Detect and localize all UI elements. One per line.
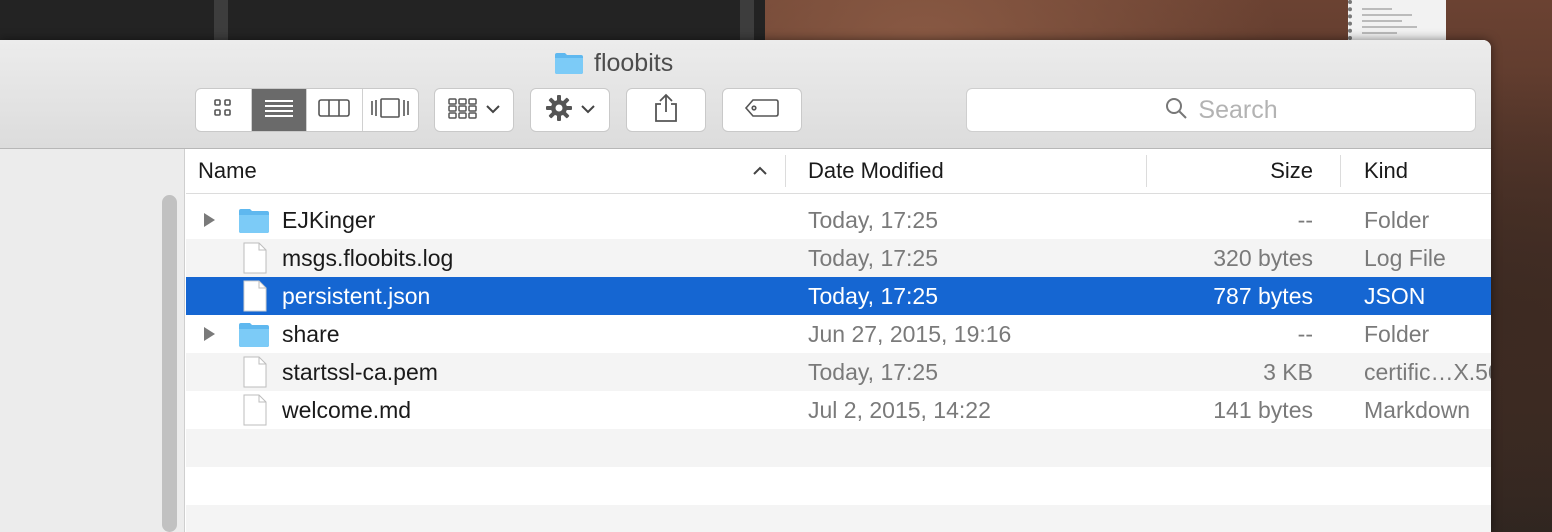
coverflow-icon: [370, 97, 410, 124]
disclosure-triangle-icon[interactable]: [202, 201, 216, 239]
empty-row: [186, 467, 1491, 505]
tag-icon: [744, 98, 780, 123]
column-header-name[interactable]: Name: [198, 149, 257, 193]
file-size: --: [1297, 206, 1313, 233]
finder-window: floobits Search Name Date Modified Size …: [0, 40, 1491, 532]
sidebar-scrollbar[interactable]: [162, 195, 177, 532]
file-size: --: [1297, 320, 1313, 347]
sort-ascending-icon: [752, 149, 768, 193]
share-button[interactable]: [626, 88, 706, 132]
file-date: Today, 17:25: [808, 282, 939, 309]
file-kind: Markdown: [1364, 396, 1471, 423]
column-header-size[interactable]: Size: [1270, 149, 1313, 193]
file-date: Jun 27, 2015, 19:16: [808, 320, 1012, 347]
list-row-msgs-floobits-log[interactable]: msgs.floobits.log Today, 17:25 320 bytes…: [186, 239, 1491, 277]
folder-icon: [554, 51, 584, 75]
file-date: Today, 17:25: [808, 206, 939, 233]
file-name: startssl-ca.pem: [282, 358, 438, 385]
empty-row: [186, 429, 1491, 467]
coverflow-view-button[interactable]: [363, 89, 419, 131]
file-size: 141 bytes: [1213, 396, 1313, 423]
file-size: 320 bytes: [1213, 244, 1313, 271]
list-icon: [264, 98, 294, 123]
arrange-grid-icon: [448, 97, 478, 124]
file-size: 3 KB: [1263, 358, 1313, 385]
file-kind: JSON: [1364, 282, 1426, 309]
sidebar: [0, 149, 185, 532]
list-row-share[interactable]: share Jun 27, 2015, 19:16 -- Folder: [186, 315, 1491, 353]
file-list: Name Date Modified Size Kind EJKinger To…: [186, 149, 1491, 532]
arrange-button[interactable]: [434, 88, 514, 132]
folder-icon: [238, 204, 270, 236]
file-kind: Log File: [1364, 244, 1446, 271]
file-name: share: [282, 320, 340, 347]
window-title: floobits: [554, 48, 673, 78]
column-header-kind[interactable]: Kind: [1364, 149, 1408, 193]
icon-view-button[interactable]: [196, 89, 252, 131]
action-button[interactable]: [530, 88, 610, 132]
document-icon: [238, 242, 270, 274]
column-header-date-label: Date Modified: [808, 158, 944, 183]
column-divider[interactable]: [785, 155, 786, 187]
file-name: msgs.floobits.log: [282, 244, 454, 271]
file-name: persistent.json: [282, 282, 431, 309]
empty-row: [186, 505, 1491, 532]
column-divider[interactable]: [1146, 155, 1147, 187]
file-size: 787 bytes: [1213, 282, 1313, 309]
document-icon: [238, 394, 270, 426]
chevron-down-icon: [486, 101, 500, 119]
toolbar: floobits Search: [0, 40, 1491, 149]
file-name: welcome.md: [282, 396, 412, 423]
column-header-size-label: Size: [1270, 158, 1313, 183]
file-kind: certific…X.509: [1364, 358, 1491, 385]
list-row-persistent-json[interactable]: persistent.json Today, 17:25 787 bytes J…: [186, 277, 1491, 315]
search-field[interactable]: Search: [966, 88, 1476, 132]
columns-icon: [318, 98, 351, 123]
disclosure-triangle-icon[interactable]: [202, 315, 216, 353]
list-header: Name Date Modified Size Kind: [186, 149, 1491, 194]
tags-button[interactable]: [722, 88, 802, 132]
search-icon: [1164, 96, 1188, 125]
file-kind: Folder: [1364, 320, 1430, 347]
list-row-ejkinger[interactable]: EJKinger Today, 17:25 -- Folder: [186, 201, 1491, 239]
chevron-down-icon: [581, 101, 595, 119]
desktop-document-icon[interactable]: [1348, 0, 1446, 40]
file-name: EJKinger: [282, 206, 376, 233]
column-header-kind-label: Kind: [1364, 158, 1409, 183]
background-window: [0, 0, 765, 40]
list-row-welcome-md[interactable]: welcome.md Jul 2, 2015, 14:22 141 bytes …: [186, 391, 1491, 429]
gear-icon: [545, 94, 573, 127]
view-mode-segmented-control: [195, 88, 419, 132]
column-header-date[interactable]: Date Modified: [808, 149, 944, 193]
grid-icon: [213, 98, 233, 123]
list-view-button[interactable]: [251, 89, 307, 131]
search-placeholder: Search: [1198, 95, 1278, 124]
file-date: Today, 17:25: [808, 358, 939, 385]
document-icon: [238, 280, 270, 312]
column-divider[interactable]: [1340, 155, 1341, 187]
file-date: Jul 2, 2015, 14:22: [808, 396, 991, 423]
column-view-button[interactable]: [307, 89, 363, 131]
file-kind: Folder: [1364, 206, 1430, 233]
window-title-text: floobits: [594, 48, 674, 77]
document-icon: [238, 356, 270, 388]
folder-icon: [238, 318, 270, 350]
column-header-name-label: Name: [198, 158, 257, 183]
file-date: Today, 17:25: [808, 244, 939, 271]
share-icon: [654, 93, 678, 128]
list-row-startssl-ca-pem[interactable]: startssl-ca.pem Today, 17:25 3 KB certif…: [186, 353, 1491, 391]
